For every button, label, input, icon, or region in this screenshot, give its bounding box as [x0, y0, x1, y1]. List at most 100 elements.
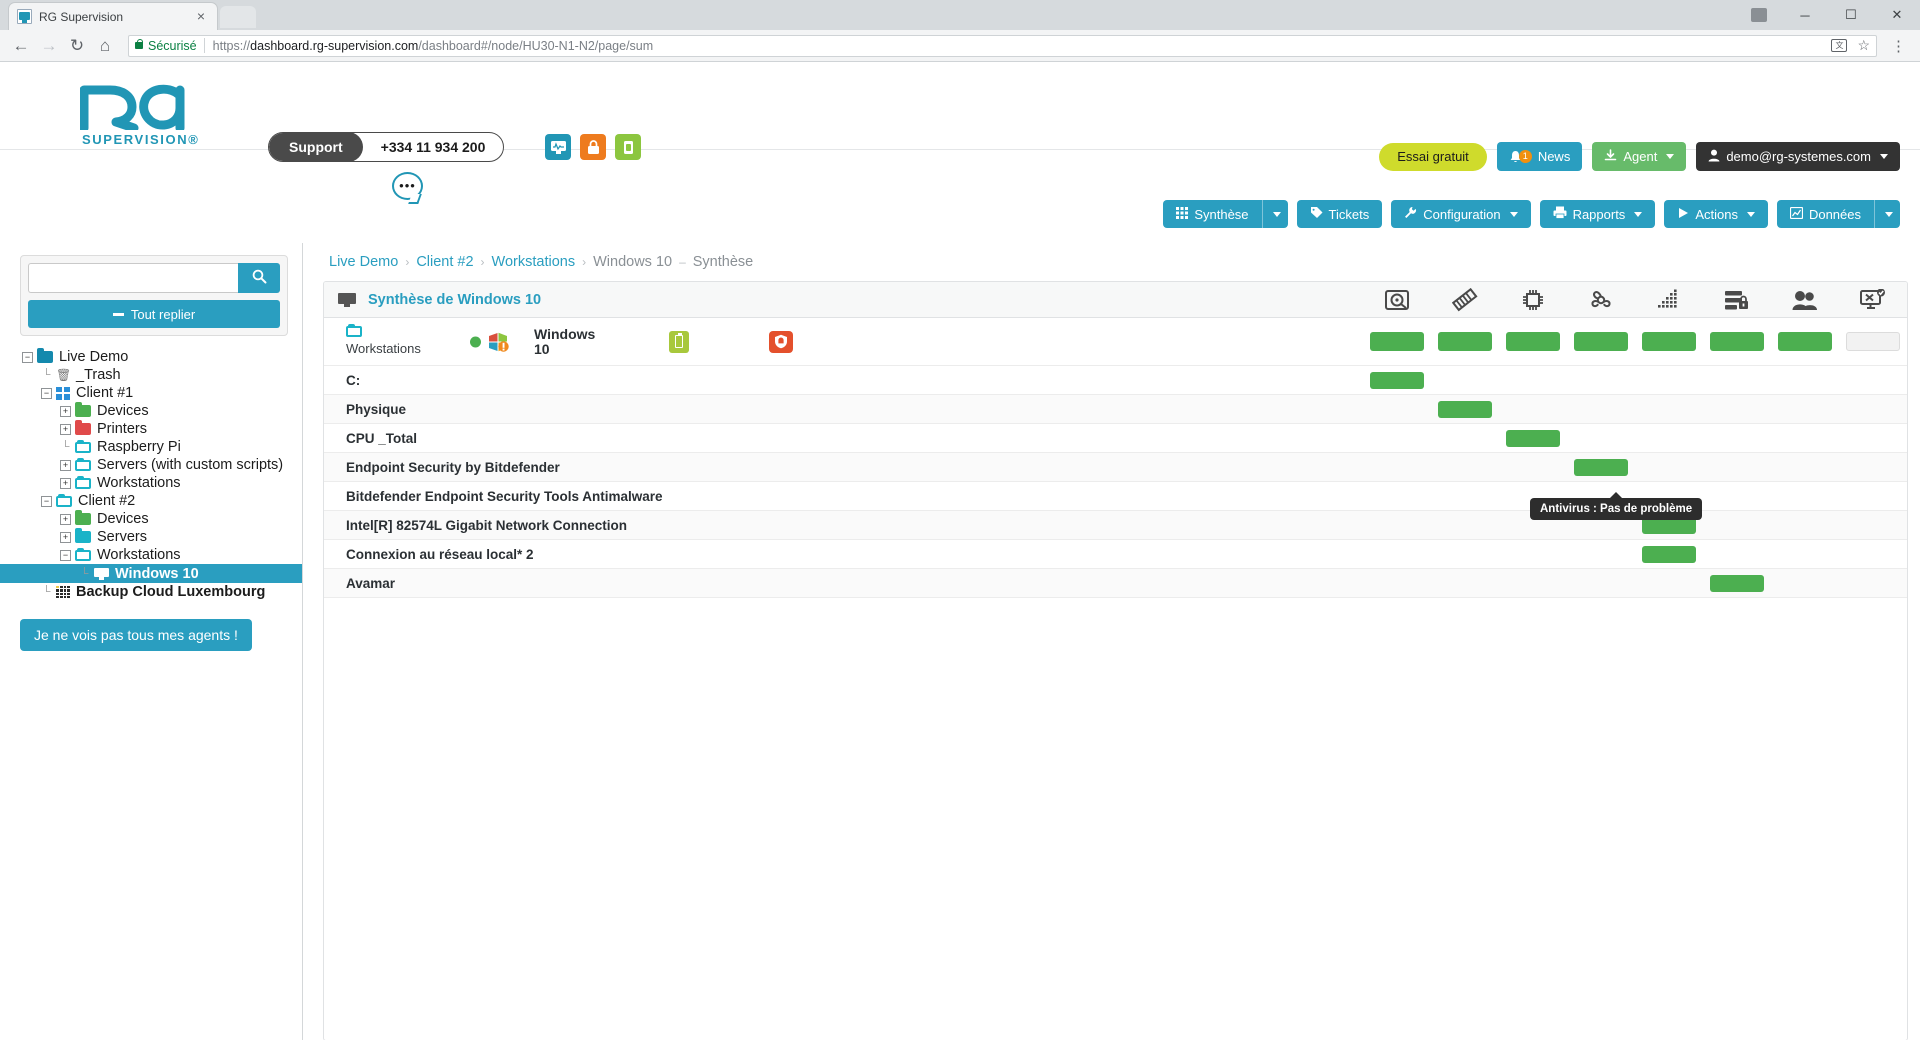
collapse-all-button[interactable]: Tout replier	[28, 300, 280, 328]
nav-tickets-button[interactable]: Tickets	[1296, 200, 1383, 228]
status-bar-green	[1710, 574, 1764, 592]
table-row[interactable]: Connexion au réseau local* 2	[324, 540, 1907, 569]
tree-item-printers[interactable]: + Printers	[0, 420, 302, 438]
close-window-button[interactable]: ✕	[1874, 0, 1920, 30]
profile-icon[interactable]	[1736, 0, 1782, 30]
nav-configuration-button[interactable]: Configuration	[1391, 200, 1531, 228]
status-cell[interactable]	[1771, 318, 1839, 365]
host-row[interactable]: Workstations Windows 10	[324, 318, 1907, 366]
expander-plus-icon[interactable]: +	[60, 513, 71, 525]
status-cell[interactable]	[1499, 318, 1567, 365]
search-button[interactable]	[238, 263, 280, 293]
table-row[interactable]: Endpoint Security by Bitdefender	[324, 453, 1907, 482]
status-cell[interactable]	[1703, 569, 1771, 597]
nav-rapports-button[interactable]: Rapports	[1539, 200, 1656, 228]
agent-menu-button[interactable]: Agent	[1592, 142, 1687, 171]
expander-plus-icon[interactable]: +	[60, 405, 71, 417]
breadcrumb-client-2[interactable]: Client #2	[416, 254, 473, 270]
users-icon[interactable]	[1771, 282, 1839, 317]
table-row[interactable]: CPU _Total	[324, 424, 1907, 453]
tree-item-servers-custom[interactable]: + Servers (with custom scripts)	[0, 456, 302, 474]
tree-item-windows-10[interactable]: └ Windows 10	[0, 564, 302, 583]
breadcrumb-workstations[interactable]: Workstations	[492, 254, 576, 270]
translate-icon[interactable]: 文	[1831, 39, 1848, 52]
user-menu-button[interactable]: demo@rg-systemes.com	[1696, 142, 1900, 171]
status-cell[interactable]	[1567, 318, 1635, 365]
home-icon[interactable]: ⌂	[92, 33, 118, 59]
tab-close-icon[interactable]: ×	[193, 8, 209, 25]
nav-donnees-dropdown[interactable]	[1874, 200, 1900, 228]
expander-plus-icon[interactable]: +	[60, 459, 71, 471]
tab-title: RG Supervision	[39, 9, 124, 24]
back-icon[interactable]: ←	[8, 33, 34, 59]
status-cell[interactable]	[1363, 318, 1431, 365]
browser-toolbar: ← → ↻ ⌂ Sécurisé https://dashboard.rg-su…	[0, 30, 1920, 62]
disk-icon[interactable]	[1363, 282, 1431, 317]
monitor-icon	[94, 567, 109, 580]
network-icon[interactable]	[1635, 282, 1703, 317]
tree-item-client-1[interactable]: − Client #1	[0, 384, 302, 402]
status-cell	[1635, 395, 1703, 423]
status-cell[interactable]	[1499, 424, 1567, 452]
status-cell	[1703, 511, 1771, 539]
breadcrumb-live-demo[interactable]: Live Demo	[329, 254, 398, 270]
shield-alert-icon[interactable]	[769, 330, 793, 353]
expander-plus-icon[interactable]: +	[60, 477, 71, 489]
tree-item-client-2[interactable]: − Client #2	[0, 492, 302, 510]
chat-bubble-icon[interactable]: •••	[392, 172, 423, 200]
expander-plus-icon[interactable]: +	[60, 531, 71, 543]
status-cell[interactable]	[1431, 318, 1499, 365]
status-cell[interactable]	[1635, 318, 1703, 365]
status-cell[interactable]	[1431, 395, 1499, 423]
status-cell[interactable]	[1703, 318, 1771, 365]
missing-agents-button[interactable]: Je ne vois pas tous mes agents !	[20, 619, 252, 651]
battery-icon[interactable]	[669, 330, 689, 353]
expander-minus-icon[interactable]: −	[41, 387, 52, 399]
tree-item-servers-c2[interactable]: + Servers	[0, 528, 302, 546]
bookmark-star-icon[interactable]: ☆	[1857, 37, 1870, 54]
remote-icon[interactable]	[1839, 282, 1907, 317]
tree-item-live-demo[interactable]: − Live Demo	[0, 348, 302, 366]
status-cell[interactable]	[1567, 453, 1635, 481]
table-row[interactable]: Physique	[324, 395, 1907, 424]
monitor-badge-icon[interactable]	[545, 134, 571, 160]
backup-icon[interactable]	[1703, 282, 1771, 317]
tree-item-workstations-c1[interactable]: + Workstations	[0, 474, 302, 492]
search-input[interactable]	[28, 263, 238, 293]
nav-donnees-button[interactable]: Données	[1776, 200, 1874, 228]
tree-item-backup-cloud[interactable]: └ Backup Cloud Luxembourg	[0, 583, 302, 601]
new-tab-button[interactable]	[220, 6, 256, 28]
browser-tab[interactable]: RG Supervision ×	[8, 2, 218, 30]
antivirus-icon[interactable]	[1567, 282, 1635, 317]
maximize-button[interactable]: ☐	[1828, 0, 1874, 30]
tree-item-devices-c2[interactable]: + Devices	[0, 510, 302, 528]
nav-synthese-button[interactable]: Synthèse	[1163, 200, 1262, 228]
expander-minus-icon[interactable]: −	[60, 549, 71, 561]
status-cell[interactable]	[1363, 366, 1431, 394]
list-badge-icon[interactable]	[615, 134, 641, 160]
expander-minus-icon[interactable]: −	[41, 495, 52, 507]
tree-item-workstations-c2[interactable]: − Workstations	[0, 546, 302, 564]
free-trial-button[interactable]: Essai gratuit	[1379, 142, 1487, 171]
table-row[interactable]: Avamar	[324, 569, 1907, 598]
minimize-button[interactable]: ─	[1782, 0, 1828, 30]
rg-supervision-logo[interactable]: SUPERVISION®	[79, 84, 204, 147]
status-cell[interactable]	[1635, 540, 1703, 568]
tree-item-devices[interactable]: + Devices	[0, 402, 302, 420]
forward-icon[interactable]: →	[36, 33, 62, 59]
address-bar[interactable]: Sécurisé https://dashboard.rg-supervisio…	[128, 34, 1877, 57]
tree-item-trash[interactable]: └ 🗑 _Trash	[0, 366, 302, 384]
nav-actions-button[interactable]: Actions	[1664, 200, 1768, 228]
table-row[interactable]: C:	[324, 366, 1907, 395]
security-badge-icon[interactable]	[580, 134, 606, 160]
browser-menu-icon[interactable]: ⋮	[1885, 37, 1912, 55]
memory-icon[interactable]	[1431, 282, 1499, 317]
news-button[interactable]: 1 News	[1496, 142, 1583, 171]
cpu-icon[interactable]	[1499, 282, 1567, 317]
tree-item-raspberry-pi[interactable]: └ Raspberry Pi	[0, 438, 302, 456]
reload-icon[interactable]: ↻	[64, 33, 90, 59]
expander-minus-icon[interactable]: −	[22, 351, 33, 363]
expander-plus-icon[interactable]: +	[60, 423, 71, 435]
nav-synthese-dropdown[interactable]	[1261, 200, 1288, 228]
status-cell[interactable]	[1839, 318, 1907, 365]
